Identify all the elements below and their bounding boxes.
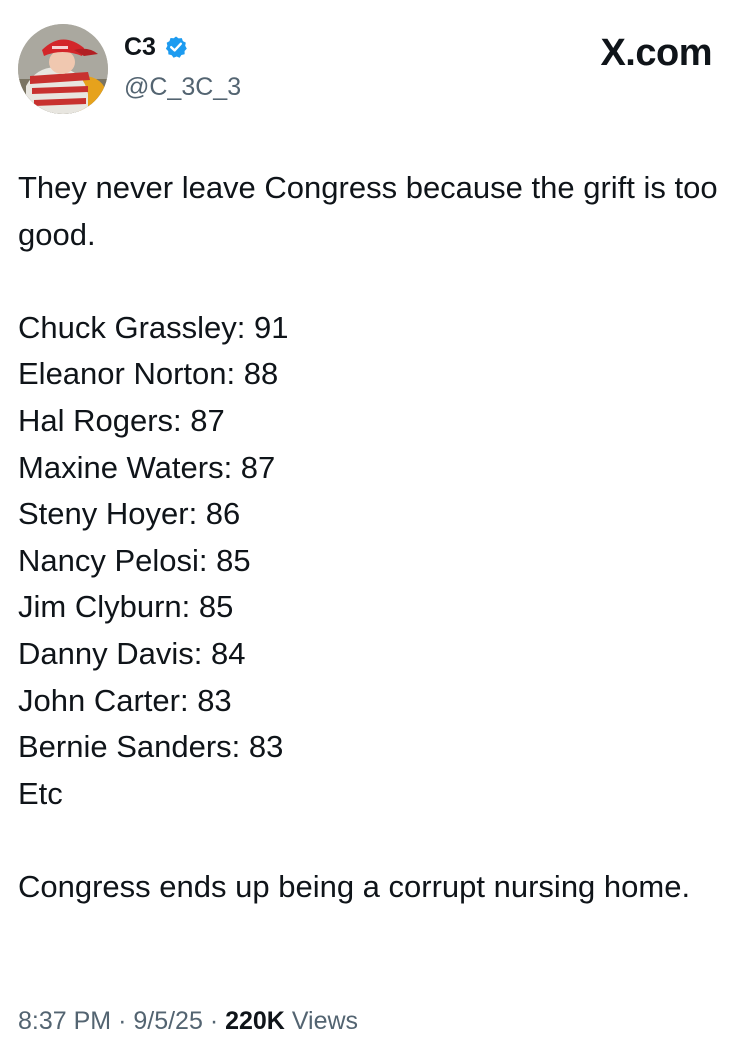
list-item: John Carter: 83 [18, 682, 232, 718]
meta-separator: · [118, 1007, 127, 1035]
views-label: Views [291, 1007, 359, 1035]
tweet-header: C3 @C_3C_3 X.com [0, 0, 750, 130]
tweet-card: C3 @C_3C_3 X.com They never leave Congre… [0, 0, 750, 1045]
author-name-row: C3 [124, 32, 188, 62]
list-item: Bernie Sanders: 83 [18, 729, 284, 765]
tweet-date[interactable]: 9/5/25 [133, 1007, 203, 1035]
list-item: Steny Hoyer: 86 [18, 496, 241, 532]
author-display-name[interactable]: C3 [124, 32, 156, 62]
list-item: Danny Davis: 84 [18, 635, 246, 671]
list-item: Eleanor Norton: 88 [18, 356, 279, 392]
avatar[interactable] [18, 24, 108, 114]
list-item: Nancy Pelosi: 85 [18, 542, 251, 578]
list-item: Etc [18, 775, 63, 811]
meta-separator: · [209, 1007, 219, 1035]
list-item: Hal Rogers: 87 [18, 402, 225, 438]
views-count: 220K [225, 1007, 285, 1035]
list-item: Maxine Waters: 87 [18, 449, 276, 485]
tweet-meta: 8:37 PM · 9/5/25 · 220K Views [18, 1004, 358, 1038]
x-logo-brand: X.com [600, 32, 712, 74]
tweet-closing: Congress ends up being a corrupt nursing… [18, 868, 691, 904]
tweet-text: They never leave Congress because the gr… [18, 165, 728, 911]
tweet-intro: They never leave Congress because the gr… [18, 170, 718, 252]
author-handle[interactable]: @C_3C_3 [124, 72, 241, 102]
list-item: Chuck Grassley: 91 [18, 309, 289, 345]
avatar-photo-icon [18, 24, 108, 114]
list-item: Jim Clyburn: 85 [18, 589, 234, 625]
tweet-time[interactable]: 8:37 PM [18, 1007, 111, 1035]
verified-badge-icon [164, 35, 188, 59]
